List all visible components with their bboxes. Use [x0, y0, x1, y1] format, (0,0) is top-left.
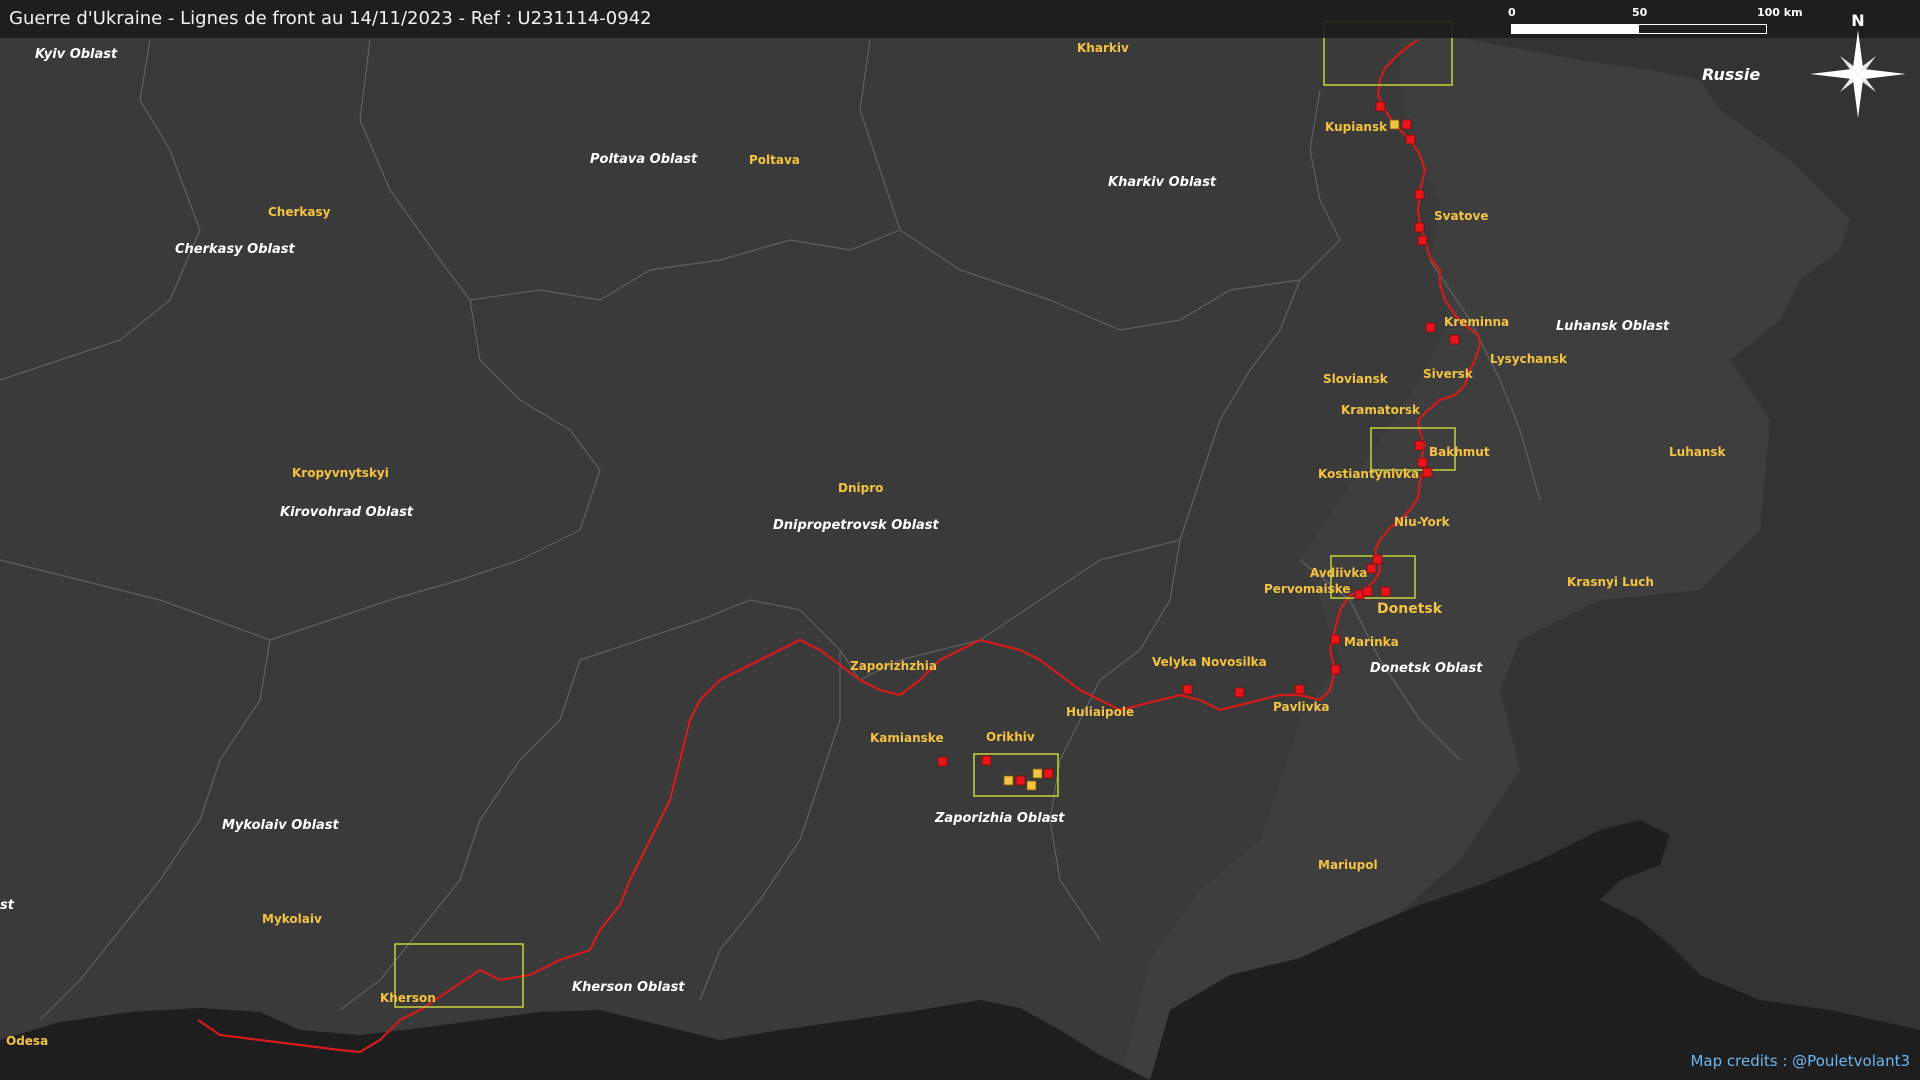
engagement-marker-yellow [1003, 775, 1014, 786]
map-title: Guerre d'Ukraine - Lignes de front au 14… [9, 8, 652, 29]
region-label: Mykolaiv Oblast [222, 818, 340, 833]
engagement-marker-red [1294, 684, 1305, 695]
engagement-marker-red [1375, 101, 1386, 112]
scale-label-0: 0 [1508, 6, 1516, 19]
city-label: Pervomaiske [1264, 582, 1351, 596]
scale-label-50: 50 [1632, 6, 1648, 19]
region-label: Kharkiv Oblast [1108, 175, 1217, 190]
engagement-marker-red [1422, 467, 1433, 478]
region-label: st [0, 898, 15, 913]
city-label-major: Donetsk [1377, 601, 1443, 617]
city-label: Niu-York [1394, 515, 1451, 529]
city-label: Mykolaiv [262, 912, 322, 926]
engagement-marker-red [1234, 687, 1245, 698]
engagement-marker-red [1330, 664, 1341, 675]
city-label: Kreminna [1444, 315, 1509, 329]
engagement-marker-red [1405, 134, 1416, 145]
city-label: Krasnyi Luch [1567, 575, 1654, 589]
city-label: Kupiansk [1325, 120, 1388, 134]
engagement-marker-yellow [1389, 119, 1400, 130]
city-label: Bakhmut [1429, 445, 1490, 459]
map-canvas[interactable]: Kyiv Oblast Poltava Oblast Kharkiv Oblas… [0, 0, 1920, 1080]
engagement-marker-red [1380, 586, 1391, 597]
engagement-marker-red [1414, 222, 1425, 233]
city-label: Svatove [1434, 209, 1489, 223]
compass-rose-icon: N [1810, 11, 1906, 118]
engagement-marker-red [937, 756, 948, 767]
compass-north-label: N [1851, 11, 1864, 30]
engagement-marker-red [1417, 457, 1428, 468]
engagement-marker-red [1182, 684, 1193, 695]
black-sea [0, 1000, 1150, 1080]
engagement-marker-red [1366, 563, 1377, 574]
scale-label-100: 100 km [1757, 6, 1803, 19]
scale-bar-graphic [1511, 24, 1767, 34]
region-label: Zaporizhia Oblast [934, 811, 1065, 826]
city-label: Huliaipole [1066, 705, 1134, 719]
city-label: Odesa [6, 1034, 48, 1048]
city-label: Kamianske [870, 731, 944, 745]
city-label: Marinka [1344, 635, 1399, 649]
city-label: Mariupol [1318, 858, 1378, 872]
engagement-marker-yellow [1032, 768, 1043, 779]
region-label: Poltava Oblast [590, 152, 698, 167]
engagement-marker-red [1417, 235, 1428, 246]
engagement-marker-red [981, 755, 992, 766]
city-label: Dnipro [838, 481, 883, 495]
city-label: Kherson [380, 991, 436, 1005]
map-credits: Map credits : @Pouletvolant3 [1690, 1052, 1910, 1070]
region-label: Luhansk Oblast [1556, 319, 1670, 334]
city-label: Pavlivka [1273, 700, 1330, 714]
city-label: Sloviansk [1323, 372, 1389, 386]
engagement-marker-red [1401, 119, 1412, 130]
scale-bar-filled-half [1512, 25, 1639, 33]
region-label: Donetsk Oblast [1370, 661, 1483, 676]
region-label: Cherkasy Oblast [175, 242, 296, 257]
engagement-marker-red [1362, 586, 1373, 597]
engagement-marker-red [1372, 554, 1383, 565]
region-label: Kirovohrad Oblast [280, 505, 414, 520]
engagement-marker-red [1414, 440, 1425, 451]
engagement-marker-red [1015, 775, 1026, 786]
city-label: Lysychansk [1490, 352, 1568, 366]
city-label: Luhansk [1669, 445, 1727, 459]
region-label: Kyiv Oblast [35, 47, 118, 62]
engagement-marker-red [1425, 322, 1436, 333]
engagement-marker-red [1330, 634, 1341, 645]
engagement-marker-yellow [1026, 780, 1037, 791]
region-label: Dnipropetrovsk Oblast [773, 518, 940, 533]
region-label-russia: Russie [1702, 65, 1760, 84]
compass-rose: N [1808, 10, 1908, 125]
engagement-marker-red [1414, 189, 1425, 200]
city-label: Cherkasy [268, 205, 331, 219]
city-label: Velyka Novosilka [1152, 655, 1267, 669]
city-label: Orikhiv [986, 730, 1035, 744]
scale-bar: 0 50 100 km [1508, 6, 1803, 38]
city-label: Avdiivka [1310, 566, 1367, 580]
city-label: Siversk [1423, 367, 1474, 381]
region-label: Kherson Oblast [572, 980, 685, 995]
engagement-marker-red [1449, 334, 1460, 345]
city-label: Zaporizhzhia [850, 659, 937, 673]
city-label: Kostiantynivka [1318, 467, 1419, 481]
engagement-marker-red [1043, 768, 1054, 779]
city-label: Kramatorsk [1341, 403, 1421, 417]
city-label: Kharkiv [1077, 41, 1129, 55]
city-label: Poltava [749, 153, 800, 167]
city-label: Kropyvnytskyi [292, 466, 389, 480]
